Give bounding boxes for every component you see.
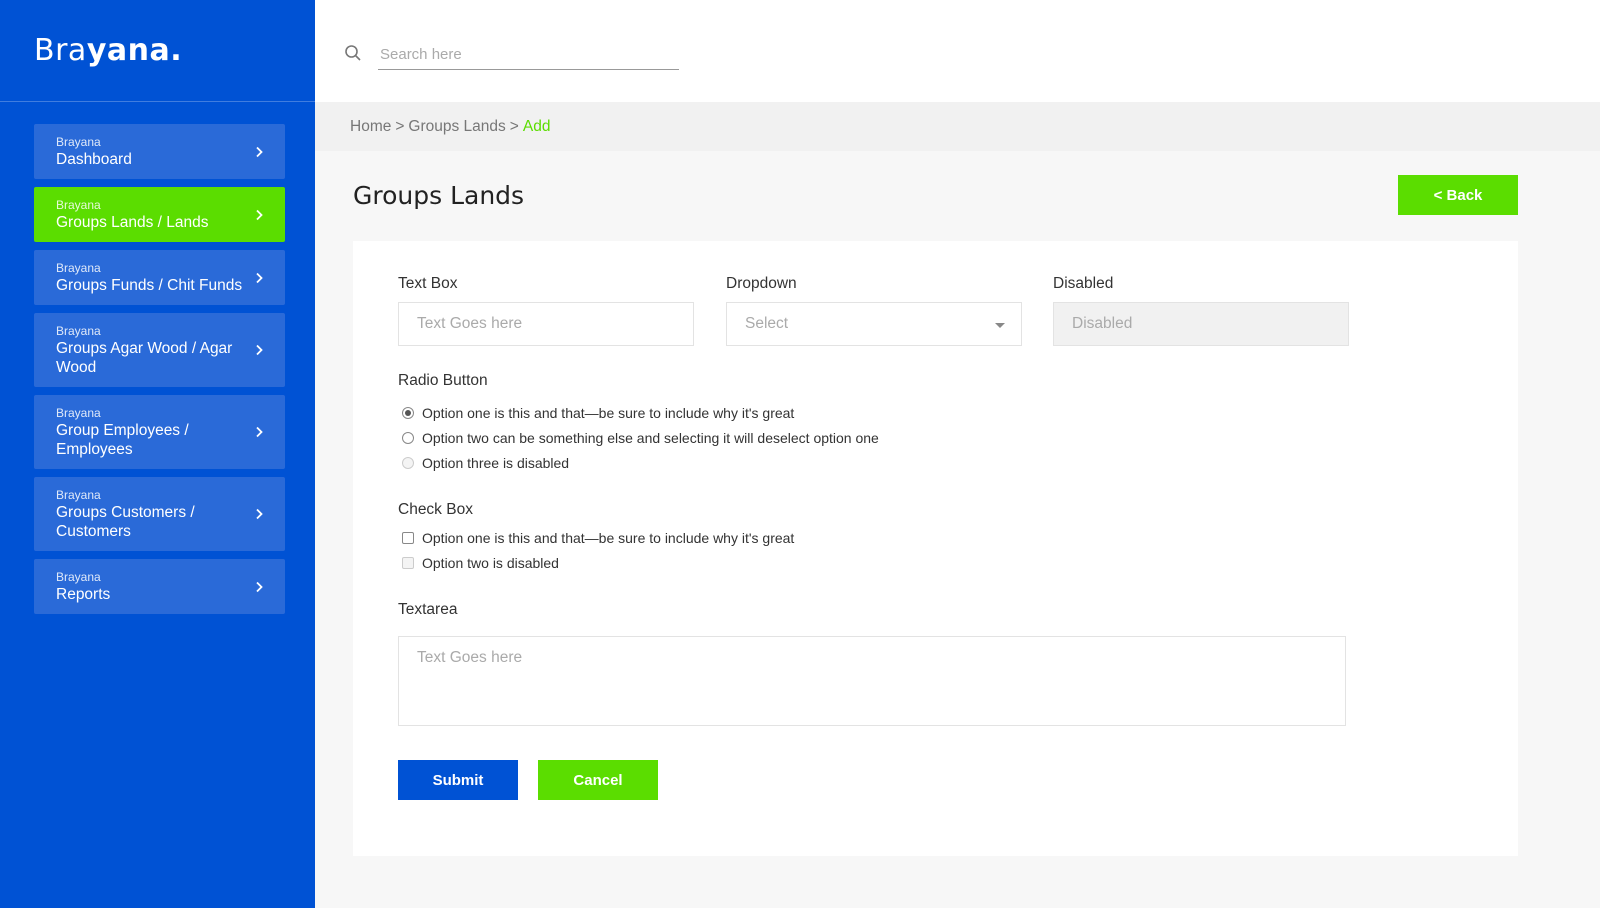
sidebar-item-groups-lands[interactable]: Brayana Groups Lands / Lands	[34, 187, 285, 242]
chevron-right-icon	[256, 209, 263, 220]
cancel-button[interactable]: Cancel	[538, 760, 658, 800]
sidebar-item-sub: Brayana	[56, 261, 101, 275]
checkbox-option-two: Option two is disabled	[402, 555, 559, 571]
dropdown-select[interactable]: Select	[726, 302, 1022, 346]
checkbox[interactable]	[402, 532, 414, 544]
breadcrumb-home[interactable]: Home	[350, 118, 391, 136]
breadcrumb: Home > Groups Lands > Add	[315, 102, 1600, 151]
textarea-input[interactable]	[398, 636, 1346, 726]
radio-option-label: Option one is this and that—be sure to i…	[422, 405, 795, 421]
sidebar-item-groups-funds[interactable]: Brayana Groups Funds / Chit Funds	[34, 250, 285, 305]
sidebar: Brayana. Brayana Dashboard Brayana Group…	[0, 0, 315, 908]
sidebar-item-reports[interactable]: Brayana Reports	[34, 559, 285, 614]
logo-area: Brayana.	[0, 0, 315, 102]
chevron-right-icon	[256, 344, 263, 356]
checkbox-disabled	[402, 557, 414, 569]
chevron-right-icon	[256, 581, 263, 592]
chevron-right-icon	[256, 426, 263, 438]
sidebar-item-label: Group Employees / Employees	[56, 422, 189, 458]
sidebar-nav: Brayana Dashboard Brayana Groups Lands /…	[0, 102, 315, 614]
caret-down-icon	[995, 323, 1005, 328]
sidebar-item-dashboard[interactable]: Brayana Dashboard	[34, 124, 285, 179]
radio-button-disabled	[402, 457, 414, 469]
brand-logo[interactable]: Brayana.	[34, 33, 182, 68]
radio-option-label: Option three is disabled	[422, 455, 570, 471]
sidebar-item-employees[interactable]: Brayana Group Employees / Employees	[34, 395, 285, 469]
brand-logo-dot: .	[170, 33, 183, 68]
text-box-input[interactable]	[398, 302, 694, 346]
sidebar-item-agar-wood[interactable]: Brayana Groups Agar Wood / Agar Wood	[34, 313, 285, 387]
breadcrumb-current: Add	[522, 117, 551, 135]
form-card: Text Box Dropdown Select Disabled Radio …	[353, 241, 1518, 856]
top-bar	[315, 0, 1600, 102]
sidebar-item-sub: Brayana	[56, 135, 101, 149]
app: Brayana. Brayana Dashboard Brayana Group…	[0, 0, 1600, 908]
radio-option-label: Option two can be something else and sel…	[422, 430, 879, 446]
radio-button[interactable]	[402, 432, 414, 444]
disabled-input	[1053, 302, 1349, 346]
checkbox-option-one[interactable]: Option one is this and that—be sure to i…	[402, 530, 794, 546]
sidebar-item-sub: Brayana	[56, 406, 101, 420]
radio-group-label: Radio Button	[398, 372, 488, 389]
disabled-label: Disabled	[1053, 275, 1114, 292]
sidebar-item-label: Reports	[56, 586, 111, 603]
chevron-right-icon	[256, 146, 263, 157]
chevron-right-icon	[256, 508, 263, 520]
checkbox-group-label: Check Box	[398, 501, 473, 518]
page-title: Groups Lands	[353, 181, 525, 210]
sidebar-item-label: Groups Customers / Customers	[56, 504, 195, 540]
sidebar-item-label: Dashboard	[56, 151, 132, 168]
submit-button[interactable]: Submit	[398, 760, 518, 800]
sidebar-item-label: Groups Lands / Lands	[56, 214, 209, 231]
chevron-right-icon	[256, 272, 263, 283]
sidebar-item-sub: Brayana	[56, 488, 101, 502]
radio-option-one[interactable]: Option one is this and that—be sure to i…	[402, 405, 794, 421]
sidebar-item-customers[interactable]: Brayana Groups Customers / Customers	[34, 477, 285, 551]
sidebar-item-label: Groups Funds / Chit Funds	[56, 277, 243, 294]
textbox-label: Text Box	[398, 275, 458, 292]
sidebar-item-sub: Brayana	[56, 570, 101, 584]
sidebar-item-sub: Brayana	[56, 324, 101, 338]
sidebar-item-sub: Brayana	[56, 198, 101, 212]
dropdown-selected-value: Select	[745, 315, 789, 332]
search-icon[interactable]	[344, 44, 362, 62]
breadcrumb-groups-lands[interactable]: Groups Lands	[408, 118, 505, 136]
checkbox-option-label: Option one is this and that—be sure to i…	[422, 530, 795, 546]
breadcrumb-separator: >	[509, 117, 519, 135]
radio-option-three: Option three is disabled	[402, 455, 569, 471]
sidebar-item-label: Groups Agar Wood / Agar Wood	[56, 340, 233, 376]
breadcrumb-separator: >	[395, 117, 405, 135]
checkbox-option-label: Option two is disabled	[422, 555, 559, 571]
search-input[interactable]	[378, 40, 679, 70]
radio-button[interactable]	[402, 407, 414, 419]
textarea-label: Textarea	[398, 601, 458, 618]
radio-option-two[interactable]: Option two can be something else and sel…	[402, 430, 879, 446]
dropdown-label: Dropdown	[726, 275, 797, 292]
brand-logo-bold: yana	[86, 33, 171, 68]
back-button[interactable]: < Back	[1398, 175, 1518, 215]
brand-logo-light: Bra	[34, 33, 87, 68]
